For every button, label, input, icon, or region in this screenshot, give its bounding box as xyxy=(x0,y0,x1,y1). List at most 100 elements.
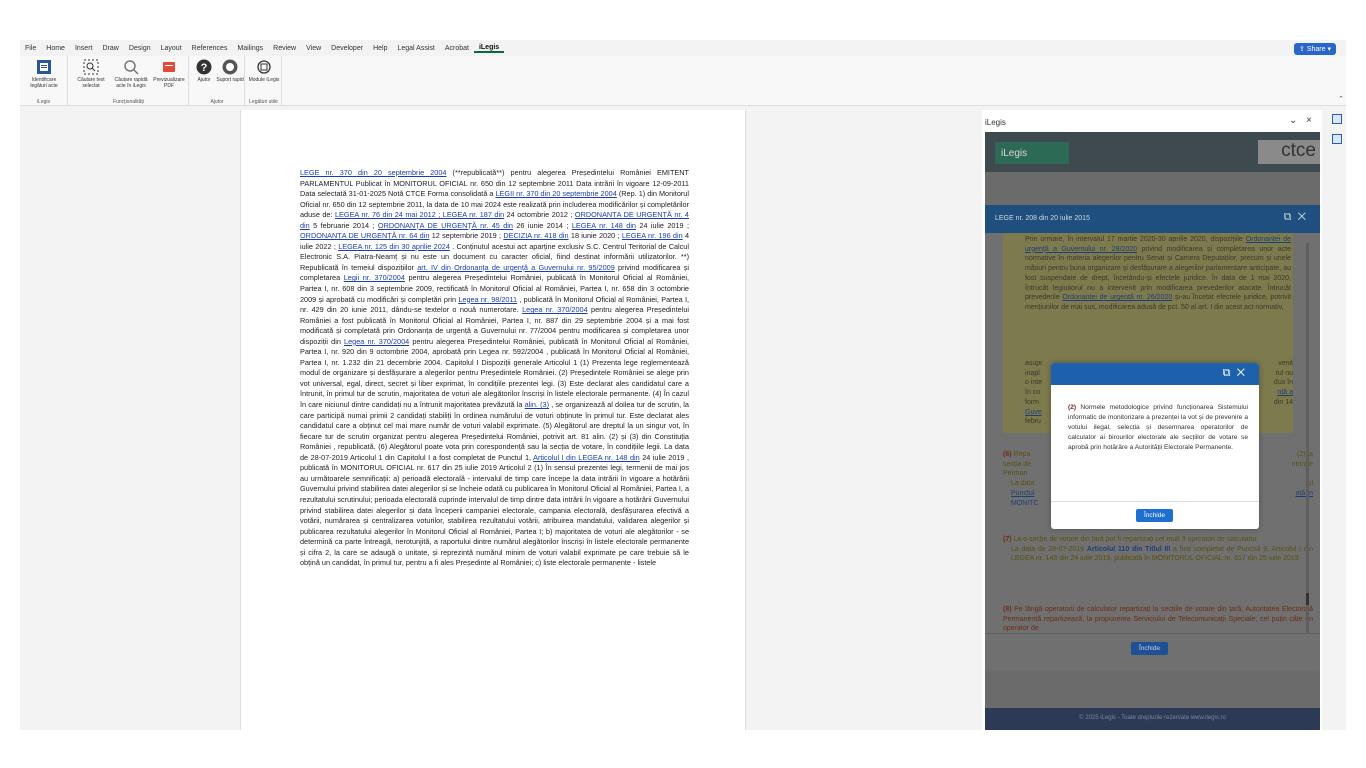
note-bold: Articolul 110 din Titlul III xyxy=(1086,545,1171,553)
doc-link[interactable]: ORDONANȚA DE URGENȚĂ nr. 45 din xyxy=(378,221,513,230)
doc-text: 18 iunie 2020 ; xyxy=(568,231,622,241)
ilegis-logo: iLegis xyxy=(995,142,1069,164)
menu-tab-file[interactable]: File xyxy=(20,45,41,52)
menu-tab-help[interactable]: Help xyxy=(368,45,392,52)
menu-tab-home[interactable]: Home xyxy=(41,45,70,52)
fragment: inapl xyxy=(1025,369,1040,377)
doc-link[interactable]: Legea nr. 370/2004 xyxy=(344,337,409,346)
identify-links-label: Identificare legături acte xyxy=(30,77,58,89)
group-label-help: Ajutor xyxy=(210,99,224,105)
ribbon-group-useful-links: Module iLegis Legături utile xyxy=(246,56,282,106)
doc-link[interactable]: Legii nr. 370/2004 xyxy=(344,273,405,282)
dialog-scrollbar[interactable] xyxy=(1306,243,1309,633)
menu-tab-acrobat[interactable]: Acrobat xyxy=(440,45,474,52)
paragraph-text: La o secție de votare din țară pot fi re… xyxy=(1013,536,1259,543)
document-text[interactable]: LEGE nr. 370 din 20 septembrie 2004 (**r… xyxy=(300,168,689,569)
doc-link[interactable]: ORDONANȚA DE URGENȚĂ nr. 64 din xyxy=(300,231,429,240)
paragraph-text: ntorale xyxy=(1291,460,1313,468)
pdf-preview-label: Previzualizare PDF xyxy=(153,77,185,89)
doc-link[interactable]: Articolul I din LEGEA nr. 148 din xyxy=(533,453,640,462)
fragment: dus în xyxy=(1273,379,1293,387)
doc-text: 24 iulie 2019 ; xyxy=(636,220,689,230)
ribbon-group-ilegis: Identificare legături acte iLegis xyxy=(20,56,68,106)
ctce-logo-text: ctce xyxy=(1281,140,1316,161)
identify-links-button[interactable]: Identificare legături acte xyxy=(24,58,64,89)
doc-text: 12 septembrie 2019 ; xyxy=(429,231,504,241)
close-button[interactable]: Închide xyxy=(1131,642,1168,655)
paragraph-8: (8) Pe lângă operatorii de calculator re… xyxy=(1003,605,1313,633)
menu-tab-references[interactable]: References xyxy=(187,45,233,52)
doc-link[interactable]: LEGE nr. 370 din 20 septembrie 2004 xyxy=(300,168,446,177)
quick-search-label: Căutare rapidă acte în iLegis xyxy=(114,77,148,89)
menu-tab-insert[interactable]: Insert xyxy=(70,45,98,52)
norm-popup-dialog: ⧉ ✕ (2) Normele metodologice privind fun… xyxy=(1051,363,1259,529)
doc-link[interactable]: art. IV din Ordonanța de urgență a Guver… xyxy=(417,263,615,272)
popup-close-icon[interactable]: ✕ xyxy=(1237,367,1245,379)
menu-tab-ilegis[interactable]: iLegis xyxy=(473,44,505,53)
fragment: form xyxy=(1025,398,1039,406)
menu-tab-review[interactable]: Review xyxy=(268,45,301,52)
pane-title: iLegis xyxy=(985,118,1006,127)
group-label-functionalities: Funcționalități xyxy=(113,99,144,105)
pane-options-icon[interactable]: ⌄ xyxy=(1289,115,1297,126)
doc-link[interactable]: LEGEA nr. 148 din xyxy=(572,221,636,230)
popup-close-button[interactable]: Închide xyxy=(1136,509,1173,522)
support-icon xyxy=(222,58,239,75)
paragraph-number: (8) xyxy=(1003,606,1012,613)
note-link[interactable]: Punctul xyxy=(1011,490,1034,497)
doc-text: 24 octombrie 2012 ; xyxy=(504,210,575,220)
dialog-close-icon[interactable]: ✕ xyxy=(1298,211,1306,223)
fragment: în co xyxy=(1025,389,1041,397)
paragraph-text: secția de xyxy=(1003,460,1032,468)
note-link[interactable]: ată în xyxy=(1295,489,1313,499)
group-label-ilegis: iLegis xyxy=(36,99,51,105)
menu-tab-mailings[interactable]: Mailings xyxy=(232,45,268,52)
article-paragraph: Prin urmare, în intervalul 17 martie 202… xyxy=(1003,235,1291,313)
doc-link[interactable]: Legea nr. 98/2011 xyxy=(458,295,517,304)
doc-link[interactable]: DECIZIA nr. 418 din xyxy=(503,231,568,240)
search-selected-text-label: Căutare text selectat xyxy=(77,77,105,89)
dialog-scroll-thumb[interactable] xyxy=(1306,593,1309,605)
share-button[interactable]: ⇪ Share ▾ xyxy=(1294,43,1336,55)
doc-link[interactable]: Legea nr. 370/2004 xyxy=(522,305,588,314)
close-button-label: Închide xyxy=(1139,645,1160,652)
fragment: o inte xyxy=(1025,379,1043,387)
doc-link[interactable]: LEGEA nr. 125 din 30 aprilie 2024 xyxy=(338,242,450,251)
search-selected-text-button[interactable]: Căutare text selectat xyxy=(71,58,111,89)
note-text: La data de 28-07-2019 xyxy=(1011,545,1087,553)
popup-text: Normele metodologice privind funcționare… xyxy=(1068,404,1248,451)
quick-search-button[interactable]: Căutare rapidă acte în iLegis xyxy=(111,58,151,89)
help-button[interactable]: ? Ajutor xyxy=(190,58,218,83)
popup-header: ⧉ ✕ xyxy=(1051,363,1259,385)
menu-tab-legal-assist[interactable]: Legal Assist xyxy=(392,45,439,52)
ilegis-addin-icon[interactable] xyxy=(1332,114,1342,124)
popup-open-external-icon[interactable]: ⧉ xyxy=(1223,367,1231,379)
open-external-icon[interactable]: ⧉ xyxy=(1284,211,1292,223)
menu-tab-draw[interactable]: Draw xyxy=(97,45,123,52)
act-dialog-header: LEGE nr. 208 din 20 iulie 2015 ⧉ ✕ xyxy=(985,205,1320,233)
ilegis-task-pane: iLegis ⌄ × iLegis ctce LEGE nr. 208 din … xyxy=(982,110,1322,730)
collapse-ribbon-icon[interactable]: ⌃ xyxy=(1338,95,1344,103)
fragment: rul nu xyxy=(1275,369,1293,377)
magnifier-icon xyxy=(123,58,140,75)
doc-link[interactable]: LEGEA nr. 196 din xyxy=(622,231,683,240)
doc-text: 24 iulie 2019 , publicată în MONITORUL O… xyxy=(300,452,690,568)
pane-close-icon[interactable]: × xyxy=(1306,115,1312,126)
modules-icon xyxy=(256,58,273,75)
menu-tab-design[interactable]: Design xyxy=(124,45,156,52)
doc-link[interactable]: alin. (3) xyxy=(525,400,549,409)
addin-secondary-icon[interactable] xyxy=(1332,134,1342,144)
ribbon-group-functionalities: Căutare text selectat Căutare rapidă act… xyxy=(69,56,189,106)
doc-link[interactable]: LEGEA nr. 76 din 24 mai 2012 ; LEGEA nr.… xyxy=(335,210,504,219)
menu-tab-view[interactable]: View xyxy=(301,45,326,52)
help-icon: ? xyxy=(196,58,213,75)
paragraph-link[interactable]: Ordonanței de urgență nr. 26/2020 xyxy=(1062,294,1172,301)
support-button[interactable]: Suport rapid xyxy=(216,58,244,83)
modules-button[interactable]: Module iLegis xyxy=(246,58,282,83)
menu-tab-layout[interactable]: Layout xyxy=(156,45,187,52)
pdf-preview-button[interactable]: Previzualizare PDF xyxy=(151,58,187,89)
ilegis-logo-text: iLegis xyxy=(1001,147,1028,159)
menu-tab-developer[interactable]: Developer xyxy=(326,45,368,52)
doc-text: 26 iunie 2014 ; xyxy=(512,220,572,230)
doc-link[interactable]: LEGII nr. 370 din 20 septembrie 2004 xyxy=(496,189,617,198)
